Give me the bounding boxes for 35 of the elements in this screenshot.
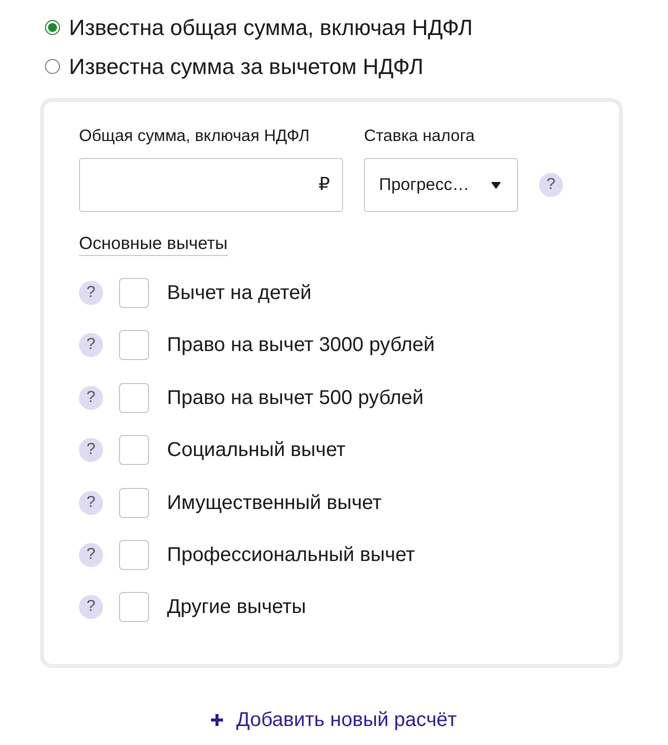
checkbox[interactable]	[119, 540, 149, 570]
section-title: Основные вычеты	[79, 232, 228, 256]
deduction-label[interactable]: Право на вычет 500 рублей	[167, 384, 424, 411]
deduction-label[interactable]: Вычет на детей	[167, 280, 312, 306]
deduction-label[interactable]: Другие вычеты	[167, 594, 306, 620]
radio-label[interactable]: Известна сумма за вычетом НДФЛ	[69, 52, 424, 80]
amount-field[interactable]: ₽	[79, 158, 343, 212]
deduction-label[interactable]: Право на вычет 3000 рублей	[167, 332, 435, 358]
deduction-label[interactable]: Имущественный вычет	[167, 490, 382, 516]
checkbox[interactable]	[119, 330, 149, 360]
help-icon[interactable]: ?	[79, 281, 103, 305]
caret-icon	[491, 182, 501, 188]
amount-label: Общая сумма, включая НДФЛ	[79, 126, 311, 147]
checkbox[interactable]	[119, 278, 149, 308]
help-icon[interactable]: ?	[79, 595, 103, 620]
help-icon[interactable]: ?	[79, 386, 103, 410]
tax-rate-select[interactable]: Прогресс…	[364, 158, 518, 212]
deduction-label[interactable]: Профессиональный вычет	[167, 542, 415, 568]
radio-button[interactable]	[45, 59, 60, 74]
help-icon[interactable]: ?	[539, 173, 563, 197]
tax-rate-label: Ставка налога	[364, 126, 476, 147]
radio-button[interactable]	[45, 20, 60, 35]
currency-sign: ₽	[318, 174, 330, 196]
help-icon[interactable]: ?	[79, 438, 103, 462]
help-icon[interactable]: ?	[79, 490, 103, 515]
help-icon[interactable]: ?	[79, 333, 103, 358]
deduction-label[interactable]: Социальный вычет	[167, 437, 346, 464]
add-calculation-button[interactable]: Добавить новый расчёт	[211, 707, 457, 734]
help-icon[interactable]: ?	[79, 542, 103, 567]
checkbox[interactable]	[119, 488, 149, 518]
checkbox[interactable]	[119, 382, 149, 413]
radio-label[interactable]: Известна общая сумма, включая НДФЛ	[69, 14, 473, 42]
checkbox[interactable]	[119, 435, 149, 466]
checkbox[interactable]	[119, 592, 149, 622]
plus-icon	[211, 714, 224, 726]
